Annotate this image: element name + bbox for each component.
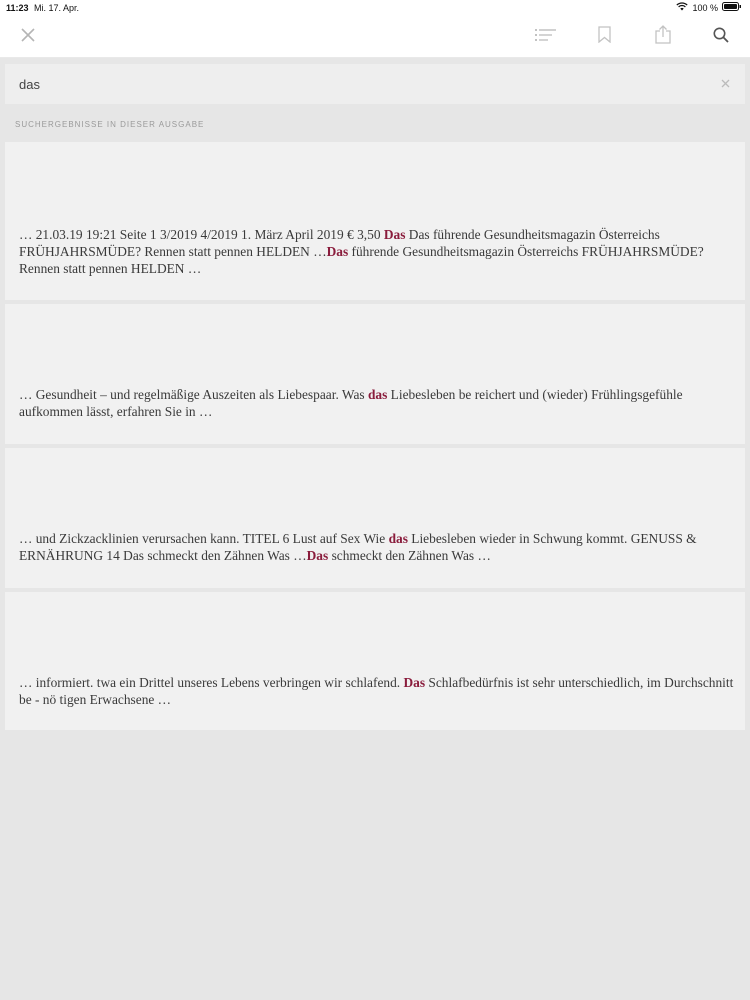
highlighted-match: Das	[326, 244, 349, 259]
battery-percent: 100 %	[692, 2, 718, 13]
status-time: 11:23	[6, 3, 29, 13]
result-snippet: … Gesundheit – und regelmäßige Auszeiten…	[19, 386, 734, 420]
result-snippet: … 21.03.19 19:21 Seite 1 3/2019 4/2019 1…	[19, 226, 734, 277]
search-bar	[5, 64, 745, 104]
search-button[interactable]	[706, 16, 736, 58]
search-result-card[interactable]: … Gesundheit – und regelmäßige Auszeiten…	[5, 304, 745, 444]
highlighted-match: das	[367, 387, 388, 402]
highlighted-match: Das	[383, 227, 406, 242]
bookmark-icon	[597, 26, 611, 48]
close-icon	[21, 27, 35, 47]
clear-icon	[721, 75, 730, 93]
highlighted-match: Das	[403, 675, 426, 690]
result-snippet: … informiert. twa ein Drittel unseres Le…	[19, 674, 734, 708]
wifi-icon	[676, 2, 689, 13]
result-snippet: … und Zickzacklinien verursachen kann. T…	[19, 530, 734, 564]
snippet-text: … und Zickzacklinien verursachen kann. T…	[19, 531, 389, 546]
search-result-card[interactable]: … informiert. twa ein Drittel unseres Le…	[5, 592, 745, 730]
share-button[interactable]	[648, 16, 678, 58]
status-bar: 11:23 Mi. 17. Apr. 100 %	[0, 0, 750, 16]
share-icon	[655, 25, 671, 49]
highlighted-match: das	[388, 531, 408, 546]
table-of-contents-icon	[535, 28, 557, 47]
close-button[interactable]	[14, 16, 42, 58]
table-of-contents-button[interactable]	[530, 16, 562, 58]
search-result-card[interactable]: … und Zickzacklinien verursachen kann. T…	[5, 448, 745, 588]
search-icon	[713, 27, 729, 48]
snippet-text: … informiert. twa ein Drittel unseres Le…	[19, 675, 404, 690]
snippet-text: … 21.03.19 19:21 Seite 1 3/2019 4/2019 1…	[19, 227, 384, 242]
search-result-card[interactable]: … 21.03.19 19:21 Seite 1 3/2019 4/2019 1…	[5, 142, 745, 300]
top-toolbar	[0, 16, 750, 58]
status-right: 100 %	[676, 2, 742, 13]
search-input[interactable]	[19, 64, 699, 104]
snippet-text: schmeckt den Zähnen Was …	[328, 548, 491, 563]
status-date: Mi. 17. Apr.	[34, 3, 80, 13]
highlighted-match: Das	[306, 548, 329, 563]
snippet-text: … Gesundheit – und regelmäßige Auszeiten…	[19, 387, 368, 402]
battery-icon	[722, 2, 742, 13]
section-header: SUCHERGEBNISSE IN DIESER AUSGABE	[15, 120, 205, 129]
clear-search-button[interactable]	[717, 76, 733, 92]
bookmark-button[interactable]	[590, 16, 618, 58]
